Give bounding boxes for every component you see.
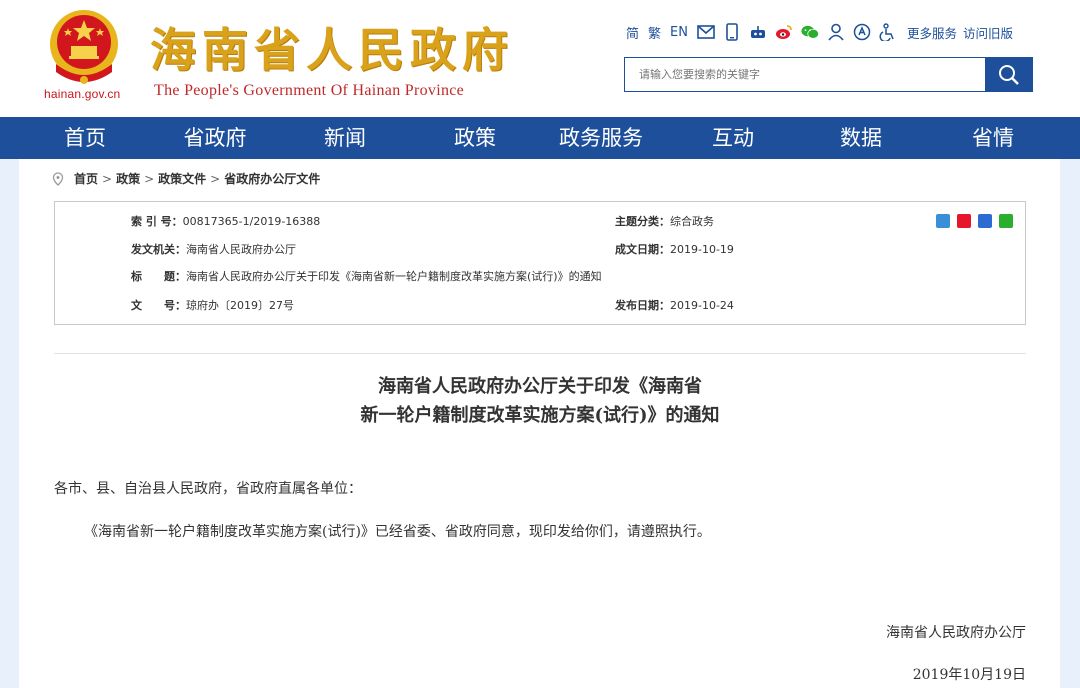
- meta-created-label: 成文日期：: [615, 243, 670, 256]
- mobile-icon[interactable]: [723, 23, 741, 41]
- english-link[interactable]: EN: [670, 25, 688, 40]
- search-input[interactable]: [625, 58, 985, 91]
- nav-data[interactable]: 数据: [796, 117, 926, 159]
- meta-title-value: 海南省人民政府办公厅关于印发《海南省新一轮户籍制度改革实施方案(试行)》的通知: [186, 270, 602, 283]
- nav-interaction[interactable]: 互动: [668, 117, 798, 159]
- nav-provincial-government[interactable]: 省政府: [150, 117, 280, 159]
- renren-share-icon[interactable]: [978, 214, 992, 228]
- site-domain: hainan.gov.cn: [44, 87, 121, 101]
- document-date: 2019年10月19日: [912, 667, 1026, 683]
- meta-created-value: 2019-10-19: [670, 243, 734, 256]
- breadcrumb-separator: >: [210, 171, 221, 186]
- nav-government-services[interactable]: 政务服务: [536, 117, 666, 159]
- more-services-link[interactable]: 更多服务: [907, 23, 957, 42]
- breadcrumb-policy[interactable]: 政策: [116, 170, 140, 187]
- nav-home[interactable]: 首页: [20, 117, 150, 159]
- meta-docno-label: 文 号：: [131, 299, 186, 312]
- meta-issuer-label: 发文机关：: [131, 243, 186, 256]
- meta-title: 标 题：海南省人民政府办公厅关于印发《海南省新一轮户籍制度改革实施方案(试行)》…: [131, 268, 602, 284]
- page-background-left: [0, 159, 19, 688]
- meta-category-value: 综合政务: [670, 215, 714, 228]
- location-pin-icon: [52, 171, 64, 186]
- site-title[interactable]: 海南省人民政府: [150, 14, 514, 80]
- meta-category: 主题分类：综合政务: [615, 213, 714, 229]
- meta-issuer: 发文机关：海南省人民政府办公厅: [131, 241, 296, 257]
- visit-old-version-link[interactable]: 访问旧版: [963, 23, 1013, 42]
- search-button[interactable]: [985, 57, 1033, 92]
- breadcrumb-separator: >: [102, 171, 113, 186]
- meta-index-label: 索 引 号：: [131, 215, 183, 228]
- meta-docno-value: 琼府办〔2019〕27号: [186, 299, 294, 312]
- breadcrumb-office-documents[interactable]: 省政府办公厅文件: [224, 170, 320, 187]
- user-icon[interactable]: [827, 23, 845, 41]
- weibo-icon[interactable]: [775, 23, 793, 41]
- meta-created: 成文日期：2019-10-19: [615, 241, 734, 257]
- document-title-line-2: 新一轮户籍制度改革实施方案(试行)》的通知: [360, 405, 720, 426]
- nav-province-info[interactable]: 省情: [928, 117, 1058, 159]
- nav-news[interactable]: 新闻: [280, 117, 410, 159]
- document-body: 《海南省新一轮户籍制度改革实施方案(试行)》已经省委、省政府同意，现印发给你们，…: [84, 524, 711, 540]
- weibo-share-icon[interactable]: [957, 214, 971, 228]
- mail-icon[interactable]: [697, 23, 715, 41]
- document-title: 海南省人民政府办公厅关于印发《海南省 新一轮户籍制度改革实施方案(试行)》的通知: [54, 372, 1026, 430]
- meta-index: 索 引 号：00817365-1/2019-16388: [131, 213, 320, 229]
- meta-category-label: 主题分类：: [615, 215, 670, 228]
- site-title-english: The People's Government Of Hainan Provin…: [154, 82, 465, 99]
- qzone-share-icon[interactable]: [936, 214, 950, 228]
- page-background-right: [1060, 159, 1080, 688]
- wechat-share-icon[interactable]: [999, 214, 1013, 228]
- meta-published: 发布日期：2019-10-24: [615, 297, 734, 313]
- document-signature: 海南省人民政府办公厅: [886, 625, 1026, 641]
- breadcrumb-separator: >: [144, 171, 155, 186]
- breadcrumb-policy-documents[interactable]: 政策文件: [158, 170, 206, 187]
- meta-published-label: 发布日期：: [615, 299, 670, 312]
- breadcrumb: 首页 > 政策 > 政策文件 > 省政府办公厅文件: [52, 170, 320, 187]
- simplified-chinese-link[interactable]: 简: [626, 23, 639, 42]
- main-nav: 首页 省政府 新闻 政策 政务服务 互动 数据 省情: [0, 117, 1080, 159]
- nav-policy[interactable]: 政策: [410, 117, 540, 159]
- search-box: [624, 57, 986, 92]
- elderly-mode-icon[interactable]: [879, 23, 897, 41]
- meta-published-value: 2019-10-24: [670, 299, 734, 312]
- header-toolbar: 简 繁 EN 更多服务 访问旧版: [626, 20, 1017, 44]
- meta-issuer-value: 海南省人民政府办公厅: [186, 243, 296, 256]
- meta-index-value: 00817365-1/2019-16388: [182, 215, 321, 228]
- search-icon: [999, 64, 1019, 85]
- share-icons: [936, 214, 1020, 228]
- traditional-chinese-link[interactable]: 繁: [648, 23, 661, 42]
- wechat-icon[interactable]: [801, 23, 819, 41]
- meta-title-label: 标 题：: [131, 270, 186, 283]
- document-title-line-1: 海南省人民政府办公厅关于印发《海南省: [378, 376, 702, 397]
- robot-icon[interactable]: [749, 23, 767, 41]
- breadcrumb-home[interactable]: 首页: [74, 170, 98, 187]
- national-emblem-icon[interactable]: [46, 6, 122, 90]
- document-salutation: 各市、县、自治县人民政府，省政府直属各单位：: [54, 481, 362, 497]
- site-header: hainan.gov.cn 海南省人民政府 The People's Gover…: [0, 0, 1080, 117]
- accessibility-icon[interactable]: [853, 23, 871, 41]
- content-divider: [54, 353, 1026, 354]
- meta-docno: 文 号：琼府办〔2019〕27号: [131, 297, 294, 313]
- document-meta-box: 索 引 号：00817365-1/2019-16388 主题分类：综合政务 发文…: [54, 201, 1026, 325]
